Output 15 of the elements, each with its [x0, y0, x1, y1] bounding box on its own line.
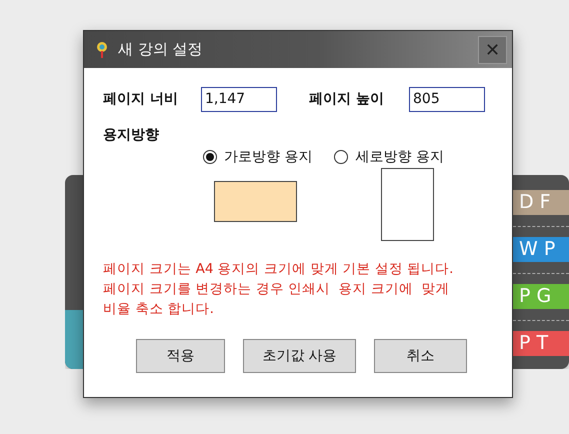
input-field[interactable]: 1,147: [201, 86, 277, 112]
section-label: 용지방향: [103, 126, 160, 144]
window-title: 새 강의 설정: [118, 40, 203, 59]
radio-option[interactable]: 가로방향 용지: [203, 148, 312, 166]
input-field[interactable]: 805: [409, 86, 485, 112]
field-label: 페이지 높이: [309, 90, 385, 108]
category-tile[interactable]: W P: [513, 237, 569, 262]
dialog-button[interactable]: 초기값 사용: [243, 339, 356, 373]
dialog-button[interactable]: 적용: [136, 339, 225, 373]
notice-text: 페이지 크기는 A4 용지의 크기에 맞게 기본 설정 됩니다. 페이지 크기를 변경하는 경우 인쇄시 용지 크기에 맞게 비율 축소 합니다.: [103, 260, 454, 319]
pin-icon: [96, 40, 108, 58]
category-tile[interactable]: P T: [513, 331, 569, 356]
dialog-button[interactable]: 취소: [374, 339, 467, 373]
radio-option[interactable]: 세로방향 용지: [334, 148, 444, 166]
field-label: 페이지 너비: [103, 90, 179, 108]
